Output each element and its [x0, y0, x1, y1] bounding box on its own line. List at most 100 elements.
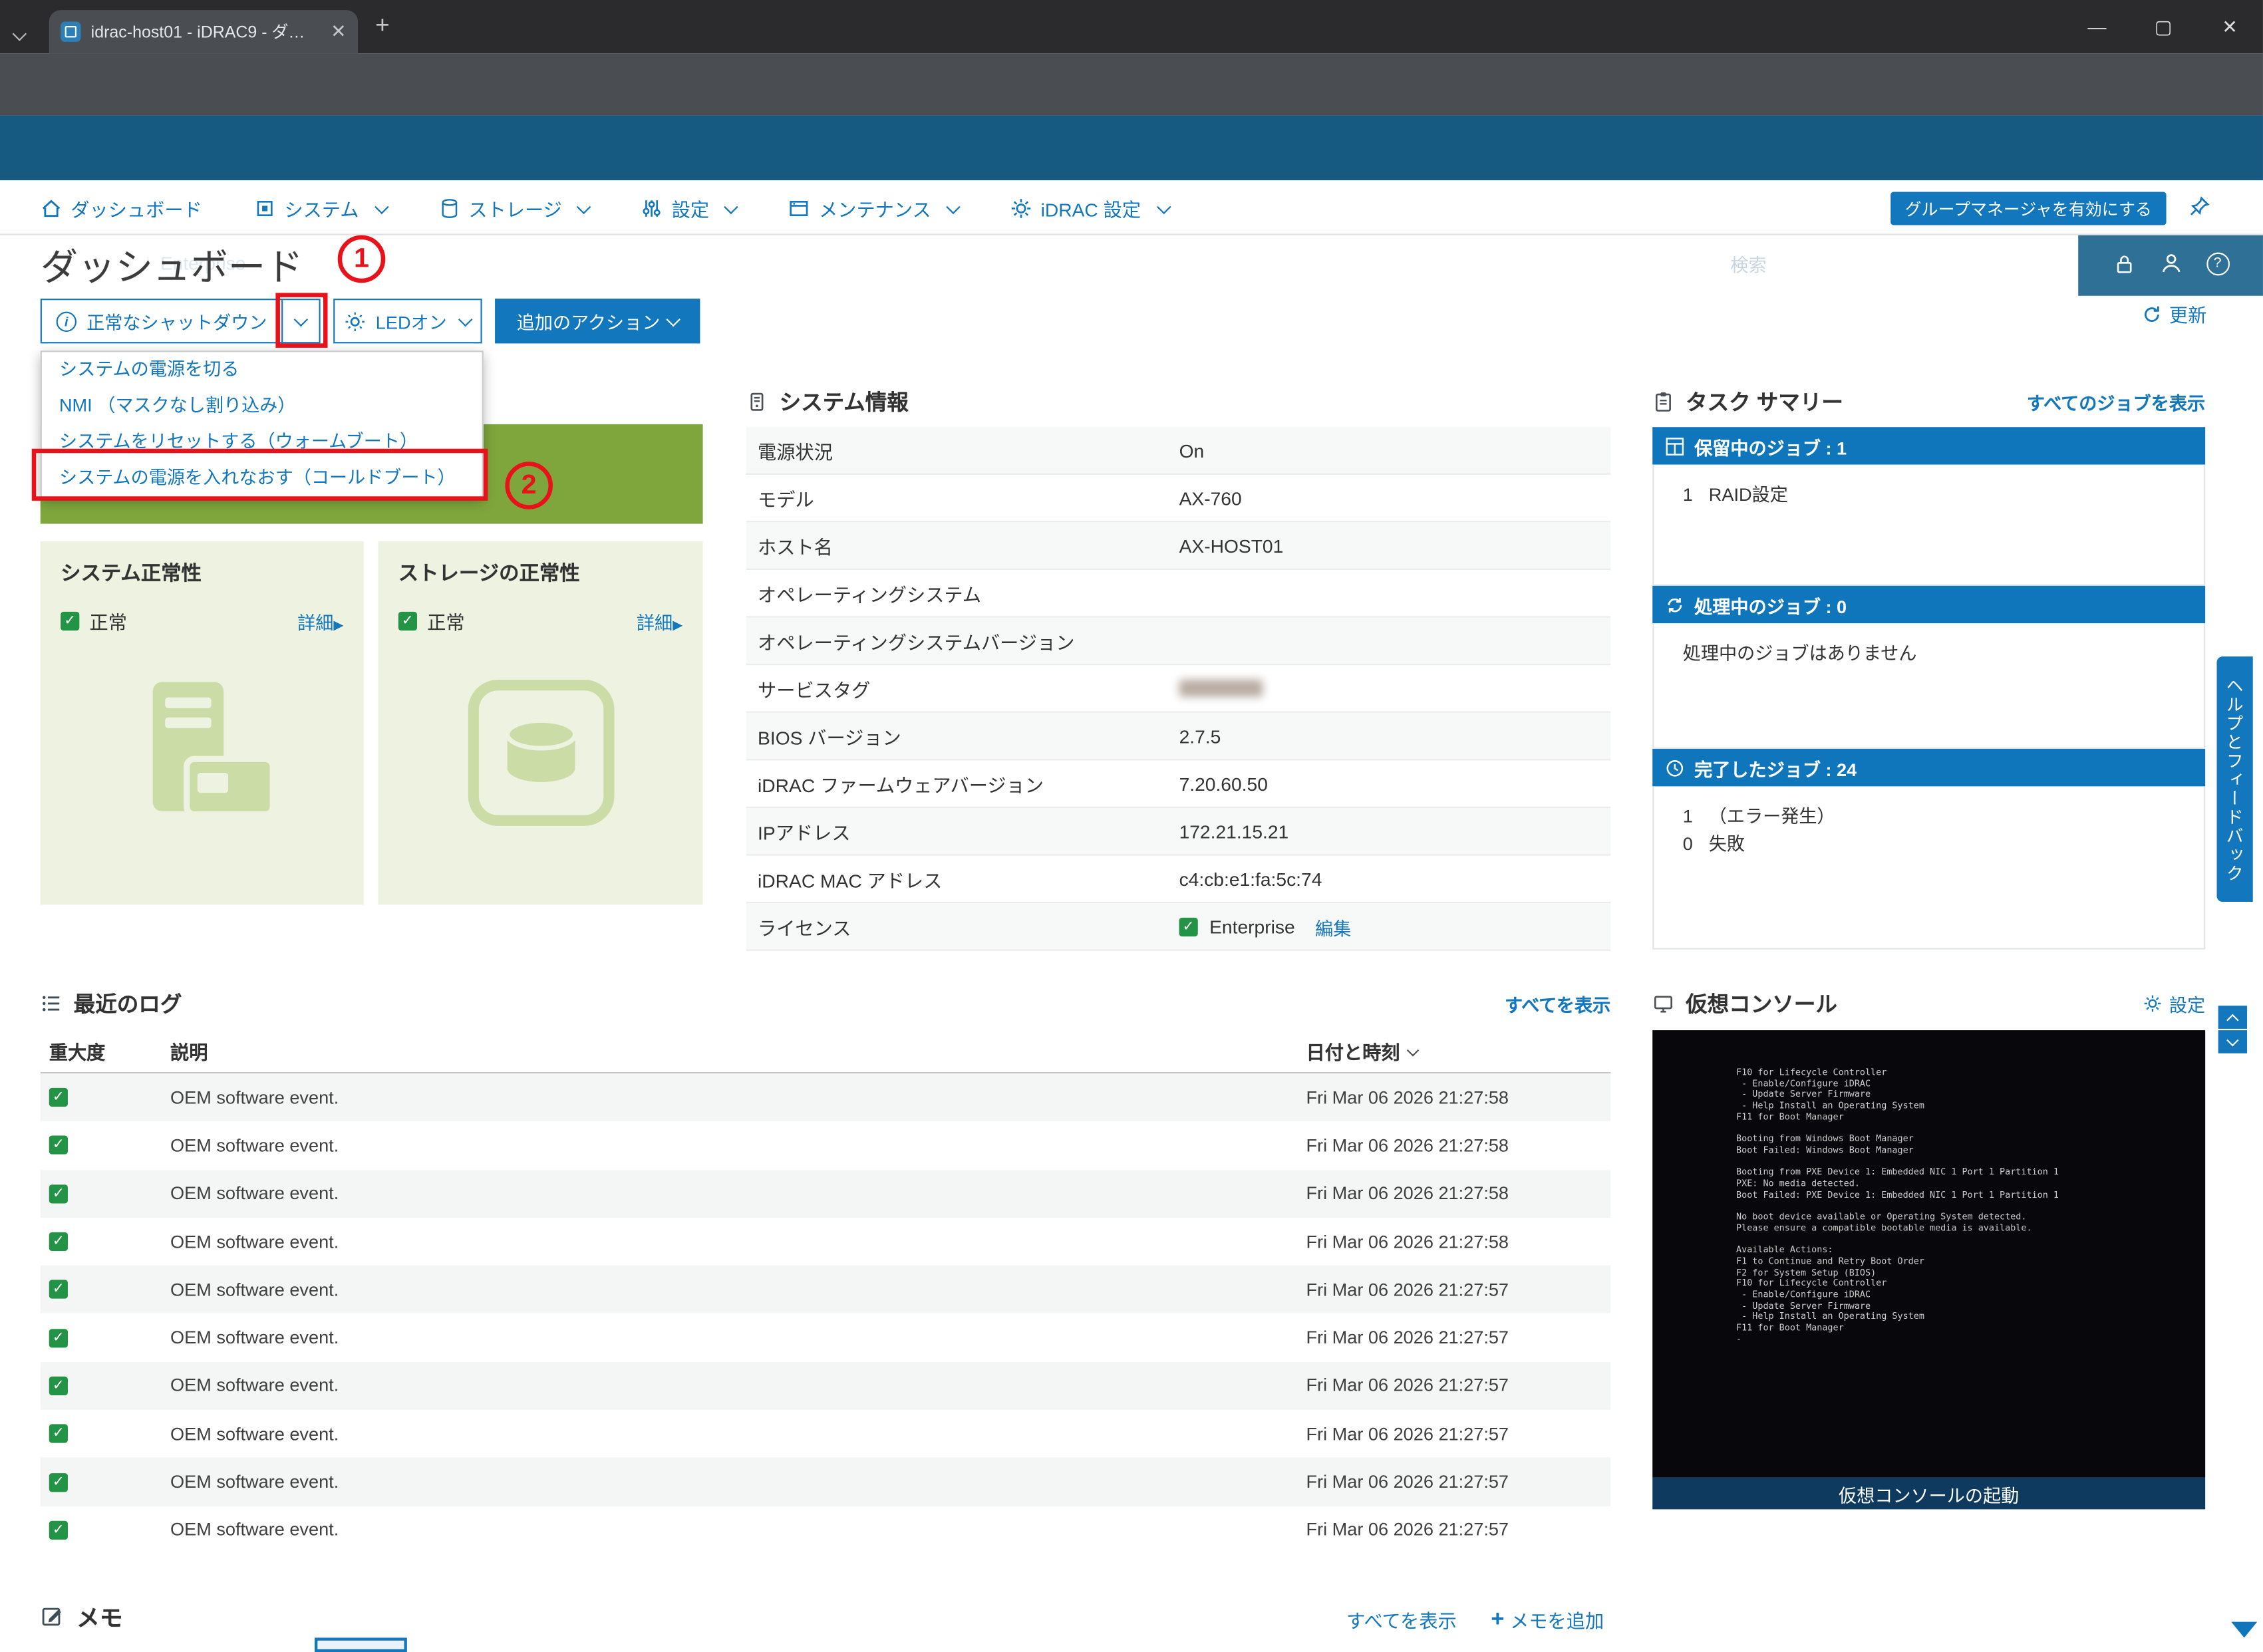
tab-list-chevron-icon[interactable]	[15, 20, 25, 46]
search-icon[interactable]	[2029, 252, 2051, 274]
task-line: 1（エラー発生）	[1683, 803, 2204, 831]
more-actions-button[interactable]: 追加のアクション	[495, 299, 700, 343]
log-description: OEM software event.	[162, 1327, 1306, 1347]
ok-status-icon: ✓	[49, 1136, 68, 1155]
system-info-row: ライセンス✓Enterprise編集	[746, 903, 1611, 951]
lock-icon[interactable]	[2112, 252, 2135, 275]
user-icon[interactable]	[2159, 251, 2183, 276]
ok-status-icon: ✓	[49, 1425, 68, 1443]
search-input[interactable]: 検索	[1714, 241, 2066, 284]
nav-item-idrac-settings[interactable]: iDRAC 設定	[1010, 194, 1168, 221]
log-row[interactable]: ✓OEM software event.Fri Mar 06 2026 21:2…	[41, 1170, 1611, 1218]
system-info-label: BIOS バージョン	[746, 722, 1179, 750]
chevron-down-icon	[1407, 1043, 1419, 1055]
storage-health-details-link[interactable]: 詳細▶	[637, 607, 682, 634]
chevron-up-icon[interactable]	[2218, 1006, 2247, 1029]
panel-title: 仮想コンソール	[1686, 988, 1837, 1018]
log-description: OEM software event.	[162, 1424, 1306, 1444]
nav-item-dashboard[interactable]: ダッシュボード	[41, 194, 202, 221]
pin-icon[interactable]	[2188, 195, 2211, 218]
add-note-link[interactable]: +メモを追加	[1491, 1606, 1604, 1633]
enable-group-manager-button[interactable]: グループマネージャを有効にする	[1890, 192, 2167, 225]
server-health-icon	[61, 666, 343, 851]
ok-status-icon: ✓	[49, 1328, 68, 1347]
task-section: 保留中のジョブ : 11RAID設定	[1652, 427, 2205, 586]
system-info-label: オペレーティングシステム	[746, 579, 1179, 607]
monitor-icon	[1652, 992, 1674, 1014]
log-row[interactable]: ✓OEM software event.Fri Mar 06 2026 21:2…	[41, 1073, 1611, 1121]
task-section-header: 保留中のジョブ : 1	[1652, 427, 2205, 464]
task-section: 完了したジョブ : 241（エラー発生）0失敗	[1652, 749, 2205, 950]
log-description: OEM software event.	[162, 1232, 1306, 1252]
power-menu-item[interactable]: NMI （マスクなし割り込み）	[42, 388, 482, 424]
log-row[interactable]: ✓OEM software event.Fri Mar 06 2026 21:2…	[41, 1506, 1611, 1554]
help-icon[interactable]: ?	[2206, 252, 2229, 275]
plus-icon: +	[1491, 1610, 1504, 1629]
help-feedback-tab[interactable]: ヘルプとフィードバック	[2217, 656, 2253, 902]
launch-console-button[interactable]: 仮想コンソールの起動	[1652, 1478, 2205, 1510]
window-minimize-button[interactable]: —	[2064, 0, 2131, 53]
log-row[interactable]: ✓OEM software event.Fri Mar 06 2026 21:2…	[41, 1458, 1611, 1506]
system-info-value: ✓Enterprise編集	[1179, 912, 1352, 940]
notes-section-header: メモ	[41, 1599, 123, 1633]
power-menu-item[interactable]: システムの電源を切る	[42, 352, 482, 388]
console-settings-link[interactable]: 設定	[2143, 989, 2205, 1016]
system-info-row: サービスタグ	[746, 665, 1611, 713]
license-edit-link[interactable]: 編集	[1315, 912, 1351, 940]
nav-item-storage[interactable]: ストレージ	[438, 194, 589, 221]
view-all-logs-link[interactable]: すべてを表示	[1505, 989, 1610, 1016]
window-maximize-button[interactable]: ▢	[2130, 0, 2196, 53]
nav-item-maintenance[interactable]: メンテナンス	[788, 194, 958, 221]
chevron-down-icon[interactable]	[2218, 1030, 2247, 1053]
gear-icon	[1010, 197, 1032, 219]
system-info-label: ライセンス	[746, 912, 1179, 940]
info-icon: i	[57, 311, 76, 331]
sun-icon	[345, 311, 365, 331]
browser-tab[interactable]: idrac-host01 - iDRAC9 - ダッシュ... ✕	[49, 10, 358, 53]
storage-icon	[438, 197, 460, 219]
system-info-value: 7.20.60.50	[1179, 773, 1268, 795]
system-info-value: AX-HOST01	[1179, 535, 1284, 557]
log-row[interactable]: ✓OEM software event.Fri Mar 06 2026 21:2…	[41, 1121, 1611, 1169]
system-info-label: iDRAC MAC アドレス	[746, 865, 1179, 893]
view-all-jobs-link[interactable]: すべてのジョブを表示	[2027, 388, 2205, 415]
system-info-panel: システム情報 電源状況OnモデルAX-760ホスト名AX-HOST01オペレーテ…	[746, 380, 1611, 951]
graceful-shutdown-button[interactable]: i 正常なシャットダウン	[42, 307, 281, 335]
ok-status-icon: ✓	[49, 1377, 68, 1395]
redacted-value	[1179, 680, 1263, 697]
scroll-down-arrow-icon[interactable]	[2231, 1622, 2257, 1638]
col-datetime[interactable]: 日付と時刻	[1306, 1037, 1610, 1065]
ok-status-icon: ✓	[49, 1088, 68, 1107]
system-info-label: IPアドレス	[746, 817, 1179, 845]
log-row[interactable]: ✓OEM software event.Fri Mar 06 2026 21:2…	[41, 1313, 1611, 1361]
nav-item-settings[interactable]: 設定	[641, 194, 736, 221]
system-info-label: オペレーティングシステムバージョン	[746, 627, 1179, 654]
home-icon	[41, 197, 63, 219]
system-icon	[254, 197, 276, 219]
log-description: OEM software event.	[162, 1184, 1306, 1204]
log-datetime: Fri Mar 06 2026 21:27:57	[1306, 1520, 1610, 1540]
window-close-button[interactable]: ✕	[2196, 0, 2263, 53]
log-row[interactable]: ✓OEM software event.Fri Mar 06 2026 21:2…	[41, 1362, 1611, 1410]
nav-item-system[interactable]: システム	[254, 194, 386, 221]
log-description: OEM software event.	[162, 1472, 1306, 1492]
task-summary-panel: タスク サマリー すべてのジョブを表示 保留中のジョブ : 11RAID設定処理…	[1652, 380, 2205, 950]
tab-close-icon[interactable]: ✕	[331, 20, 347, 43]
search-placeholder: 検索	[1730, 249, 2029, 276]
log-row[interactable]: ✓OEM software event.Fri Mar 06 2026 21:2…	[41, 1410, 1611, 1458]
log-row[interactable]: ✓OEM software event.Fri Mar 06 2026 21:2…	[41, 1266, 1611, 1313]
ok-status-icon: ✓	[49, 1232, 68, 1251]
system-health-details-link[interactable]: 詳細▶	[297, 607, 343, 634]
new-tab-button[interactable]: +	[375, 11, 390, 40]
task-section-header: 完了したジョブ : 24	[1652, 749, 2205, 786]
console-preview[interactable]: F10 for Lifecycle Controller - Enable/Co…	[1652, 1030, 2205, 1478]
system-info-value: 172.21.15.21	[1179, 820, 1289, 842]
system-info-row: オペレーティングシステムバージョン	[746, 618, 1611, 666]
refresh-link[interactable]: 更新	[2142, 300, 2207, 327]
log-row[interactable]: ✓OEM software event.Fri Mar 06 2026 21:2…	[41, 1218, 1611, 1266]
led-on-button[interactable]: LEDオン	[333, 299, 482, 343]
ok-status-icon: ✓	[49, 1520, 68, 1539]
ok-status-icon: ✓	[49, 1280, 68, 1299]
system-info-label: サービスタグ	[746, 674, 1179, 702]
view-all-notes-link[interactable]: すべてを表示	[1346, 1606, 1457, 1633]
